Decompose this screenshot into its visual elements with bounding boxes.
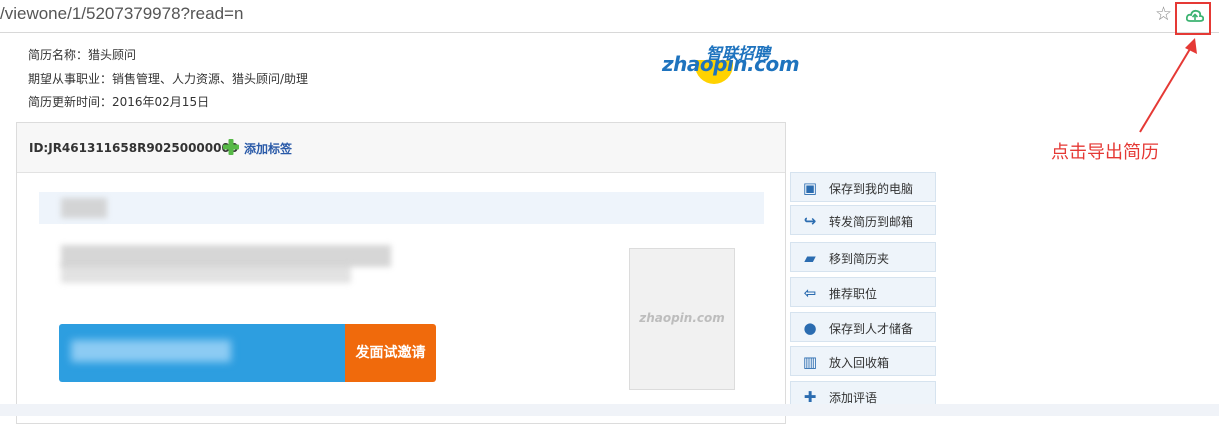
- annotation-arrow: [1139, 38, 1197, 133]
- annotation-text: 点击导出简历: [1051, 142, 1159, 163]
